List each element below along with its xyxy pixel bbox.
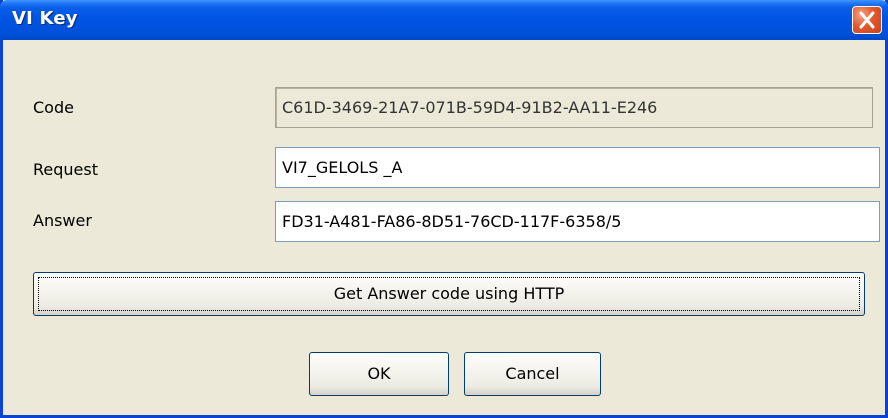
get-answer-http-button[interactable]: Get Answer code using HTTP bbox=[33, 272, 865, 316]
ok-button-label: OK bbox=[367, 364, 391, 383]
answer-field[interactable]: FD31-A481-FA86-8D51-76CD-117F-6358/5 bbox=[275, 201, 880, 242]
title-bar[interactable]: VI Key bbox=[0, 0, 888, 40]
code-label: Code bbox=[33, 98, 74, 117]
close-button[interactable] bbox=[852, 6, 882, 34]
ok-button[interactable]: OK bbox=[309, 352, 449, 396]
code-field[interactable]: C61D-3469-21A7-071B-59D4-91B2-AA11-E246 bbox=[275, 87, 873, 128]
close-icon bbox=[859, 11, 875, 29]
dialog-window: VI Key Code C61D-3469-21A7-071B-59D4-91B… bbox=[0, 0, 888, 418]
answer-label: Answer bbox=[33, 211, 92, 230]
window-title: VI Key bbox=[12, 8, 78, 29]
cancel-button-label: Cancel bbox=[505, 364, 560, 383]
cancel-button[interactable]: Cancel bbox=[464, 352, 601, 396]
request-label: Request bbox=[33, 160, 98, 179]
request-field[interactable]: VI7_GELOLS _A bbox=[275, 147, 880, 188]
get-answer-http-button-label: Get Answer code using HTTP bbox=[333, 284, 565, 303]
